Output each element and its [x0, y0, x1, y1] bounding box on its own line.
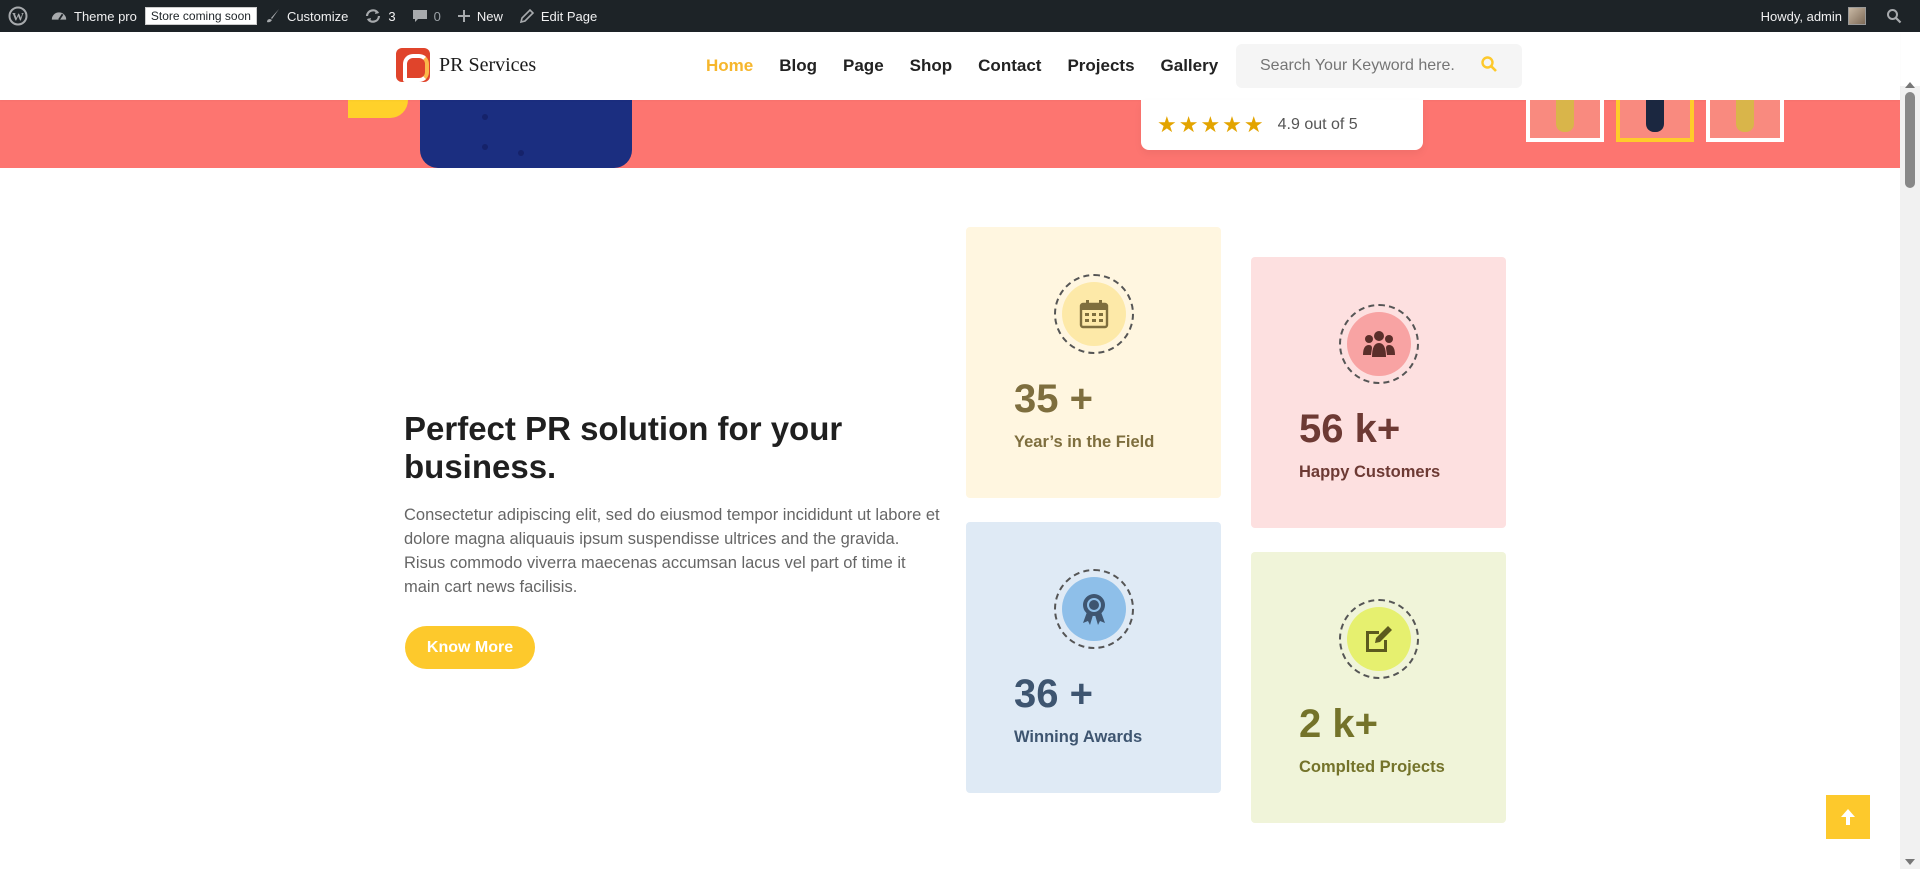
logo-mark-icon	[396, 48, 430, 82]
know-more-button[interactable]: Know More	[405, 626, 535, 669]
updates-link[interactable]: 3	[356, 0, 403, 32]
nav-contact[interactable]: Contact	[978, 56, 1041, 76]
stat-card-awards: 36 + Winning Awards	[966, 522, 1221, 793]
nav-gallery[interactable]: Gallery	[1161, 56, 1219, 76]
customize-label: Customize	[286, 8, 349, 24]
main-nav: Home Blog Page Shop Contact Projects Gal…	[706, 32, 1244, 100]
nav-home[interactable]: Home	[706, 56, 753, 76]
back-to-top-button[interactable]	[1826, 795, 1870, 839]
site-name-link[interactable]: Theme pro	[42, 0, 145, 32]
group-icon	[1363, 331, 1395, 357]
stat-icon-bg	[1062, 577, 1126, 641]
stat-icon-bg	[1347, 312, 1411, 376]
nav-shop[interactable]: Shop	[910, 56, 953, 76]
decorative-shape	[348, 100, 408, 118]
edit-page-link[interactable]: Edit Page	[511, 0, 605, 32]
stat-label: Happy Customers	[1299, 463, 1441, 481]
new-label: New	[476, 8, 503, 24]
scrollbar-thumb[interactable]	[1905, 92, 1915, 188]
search-icon	[1887, 9, 1902, 24]
thumbnail-image	[1736, 100, 1754, 132]
nav-projects[interactable]: Projects	[1067, 56, 1134, 76]
banner-thumbnail[interactable]	[1706, 100, 1784, 142]
brush-icon	[266, 9, 279, 23]
stat-number: 56 k+	[1299, 407, 1401, 451]
page-scrollbar[interactable]	[1900, 82, 1920, 869]
stat-label: Winning Awards	[1014, 728, 1143, 746]
rating-text: 4.9 out of 5	[1277, 116, 1358, 133]
banner-person-image	[420, 100, 632, 168]
logo-text: PR Services	[439, 53, 537, 76]
store-status-badge[interactable]: Store coming soon	[144, 7, 257, 25]
stat-icon-ring	[1339, 304, 1419, 384]
plus-icon	[457, 10, 470, 22]
search-box	[1236, 44, 1522, 88]
stat-label: Complted Projects	[1299, 758, 1445, 776]
banner-thumbnail[interactable]	[1526, 100, 1604, 142]
stat-icon-ring	[1339, 599, 1419, 679]
stat-icon-bg	[1062, 282, 1126, 346]
nav-blog[interactable]: Blog	[779, 56, 817, 76]
stat-card-customers: 56 k+ Happy Customers	[1251, 257, 1506, 528]
section-title: Perfect PR solution for your business.	[404, 410, 843, 485]
dashboard-icon	[51, 12, 67, 21]
banner-thumbnail-selected[interactable]	[1616, 100, 1694, 142]
stat-icon-ring	[1054, 274, 1134, 354]
stat-number: 36 +	[1014, 672, 1093, 716]
search-input[interactable]	[1260, 57, 1480, 75]
thumbnail-image	[1646, 100, 1664, 132]
thumbnail-image	[1556, 100, 1574, 132]
my-account-link[interactable]: Howdy, admin	[1753, 0, 1874, 32]
comment-icon	[412, 10, 427, 22]
svg-text:W: W	[12, 10, 24, 24]
hero-banner	[0, 100, 1900, 168]
updates-count: 3	[388, 8, 396, 24]
stat-number: 2 k+	[1299, 702, 1378, 746]
rating-stars: ★★★★★	[1157, 112, 1266, 137]
rating-card: ★★★★★ 4.9 out of 5	[1141, 100, 1423, 150]
site-header: PR Services Home Blog Page Shop Contact …	[0, 32, 1900, 100]
stat-label: Year’s in the Field	[1014, 433, 1155, 451]
site-logo[interactable]: PR Services	[396, 48, 536, 82]
section-description: Consectetur adipiscing elit, sed do eius…	[404, 506, 940, 596]
arrow-up-icon	[1841, 809, 1855, 825]
edit-page-label: Edit Page	[540, 8, 598, 24]
updates-icon	[366, 9, 381, 23]
scroll-down-arrow-icon[interactable]	[1905, 859, 1915, 865]
edit-icon	[1366, 626, 1392, 652]
new-content-link[interactable]: New	[449, 0, 511, 32]
comments-link[interactable]: 0	[404, 0, 449, 32]
award-icon	[1083, 594, 1105, 625]
pencil-icon	[519, 8, 534, 24]
wordpress-icon: W	[8, 6, 28, 26]
search-icon	[1481, 55, 1497, 72]
stat-icon-bg	[1347, 607, 1411, 671]
comments-count: 0	[433, 8, 441, 24]
customize-link[interactable]: Customize	[257, 0, 356, 32]
admin-bar: W Theme pro Store coming soon Customize …	[0, 0, 1920, 32]
stat-card-years: 35 + Year’s in the Field	[966, 227, 1221, 498]
nav-page[interactable]: Page	[843, 56, 884, 76]
howdy-text: Howdy, admin	[1760, 8, 1842, 24]
admin-search-button[interactable]	[1874, 0, 1920, 32]
scroll-up-arrow-icon[interactable]	[1905, 82, 1915, 88]
site-name: Theme pro	[74, 8, 137, 24]
stat-number: 35 +	[1014, 377, 1093, 421]
stat-icon-ring	[1054, 569, 1134, 649]
stat-card-projects: 2 k+ Complted Projects	[1251, 552, 1506, 823]
wordpress-logo[interactable]: W	[0, 0, 42, 32]
avatar	[1848, 7, 1866, 25]
calendar-icon	[1079, 300, 1109, 329]
search-submit-button[interactable]	[1480, 55, 1498, 78]
